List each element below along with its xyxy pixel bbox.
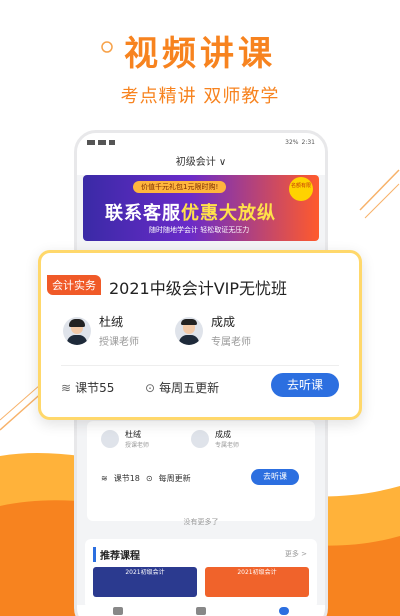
signal-icon [87, 139, 95, 145]
inner-teacher-1: 杜绒 授课老师 [101, 429, 149, 449]
teacher-name: 杜绒 [99, 315, 124, 329]
banner-pill: 价值千元礼包1元限时购! [133, 181, 227, 193]
bottom-tab-bar: 首页 课程 我的 [77, 605, 325, 616]
promo-banner[interactable]: 价值千元礼包1元限时购! 名额有限 联系客服优惠大放纵 随时随地学会计 轻松取证… [83, 175, 319, 241]
hero-title: 视频讲课 [124, 34, 276, 74]
teacher-2: 成成 专属老师 [175, 313, 251, 348]
banner-badge: 名额有限 [289, 177, 313, 201]
tab-profile[interactable]: 我的 [264, 607, 304, 616]
user-icon [278, 607, 289, 615]
course-card[interactable]: 杜绒 授课老师 成成 专属老师 ≋ 课节18 ⊙ 每周更新 去听课 [87, 421, 315, 521]
highlighted-course-card[interactable]: 会计实务 2021中级会计VIP无忧班 杜绒 授课老师 成成 专属老师 ≋ 课节… [38, 250, 362, 420]
update-schedule: 每周五更新 [159, 381, 220, 395]
avatar [101, 430, 119, 448]
recommended-section: 推荐课程 更多 > 2021初级会计 2021初级会计 [85, 539, 317, 609]
inner-meta: ≋ 课节18 ⊙ 每周更新 [101, 473, 191, 484]
course-thumbnail[interactable]: 2021初级会计 [93, 567, 197, 597]
wifi-icon [109, 139, 115, 145]
battery-level: 32% [285, 138, 299, 146]
avatar [191, 430, 209, 448]
lesson-count: 课节55 [75, 381, 115, 395]
tab-courses[interactable]: 课程 [181, 607, 221, 616]
no-more-text: 没有更多了 [183, 518, 219, 526]
decor-lines-right [359, 169, 400, 219]
teacher-name: 成成 [215, 430, 231, 439]
lessons-meta: ≋ 课节55 [61, 379, 114, 396]
tab-home[interactable]: 首页 [98, 607, 138, 616]
banner-caption: 随时随地学会计 轻松取证无压力 [149, 226, 250, 234]
update-meta: ⊙ 每周五更新 [145, 379, 219, 396]
divider [61, 365, 339, 366]
home-icon [113, 607, 124, 615]
teacher-1: 杜绒 授课老师 [63, 313, 139, 348]
clock: 2:31 [301, 138, 315, 146]
avatar [175, 316, 203, 345]
status-bar: 32% 2:31 [77, 133, 325, 151]
teacher-role: 专属老师 [211, 337, 251, 348]
book-icon [195, 607, 206, 615]
more-link[interactable]: 更多 > [285, 549, 307, 559]
lesson-count: 课节18 [113, 474, 140, 483]
course-thumbnail[interactable]: 2021初级会计 [205, 567, 309, 597]
inner-teacher-2: 成成 专属老师 [191, 429, 239, 449]
section-title: 推荐课程 [93, 547, 309, 562]
teacher-name: 成成 [211, 315, 236, 329]
banner-headline-a: 联系客服 [105, 203, 181, 224]
update-schedule: 每周更新 [158, 474, 191, 483]
subject-tag: 会计实务 [47, 275, 101, 295]
course-title: 2021中级会计VIP无忧班 [109, 279, 288, 298]
teacher-name: 杜绒 [125, 430, 141, 439]
teacher-role: 授课老师 [99, 337, 139, 348]
avatar [63, 316, 91, 345]
hero-subtitle: 考点精讲 双师教学 [120, 86, 280, 107]
course-category-selector[interactable]: 初级会计 ∨ [77, 151, 325, 175]
banner-headline: 联系客服优惠大放纵 [105, 199, 276, 225]
banner-headline-b: 优惠大放纵 [181, 203, 276, 224]
lessons-icon: ≋ [101, 474, 108, 483]
update-icon: ⊙ [145, 474, 153, 483]
signal-icon [98, 139, 106, 145]
update-icon: ⊙ [145, 380, 156, 395]
listen-button[interactable]: 去听课 [251, 469, 299, 485]
lessons-icon: ≋ [61, 380, 72, 395]
listen-button[interactable]: 去听课 [271, 373, 339, 397]
teacher-role: 授课老师 [125, 442, 150, 449]
teacher-role: 专属老师 [215, 442, 240, 449]
